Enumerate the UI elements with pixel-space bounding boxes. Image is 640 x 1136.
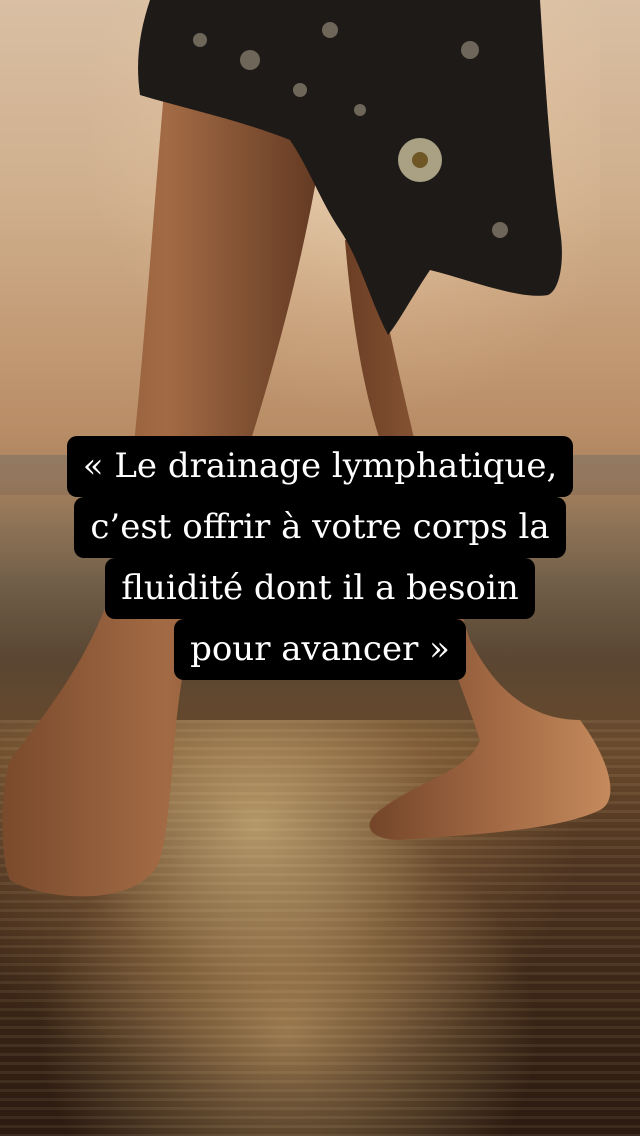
quote-line-4: pour avancer » [174,619,466,680]
quote-line-1: « Le drainage lymphatique, [66,436,574,497]
quote-line-2: c’est offrir à votre corps la [74,497,566,558]
background-photo: « Le drainage lymphatique, c’est offrir … [0,0,640,1136]
quote-caption: « Le drainage lymphatique, c’est offrir … [0,436,640,680]
quote-line-3: fluidité dont il a besoin [105,558,535,619]
